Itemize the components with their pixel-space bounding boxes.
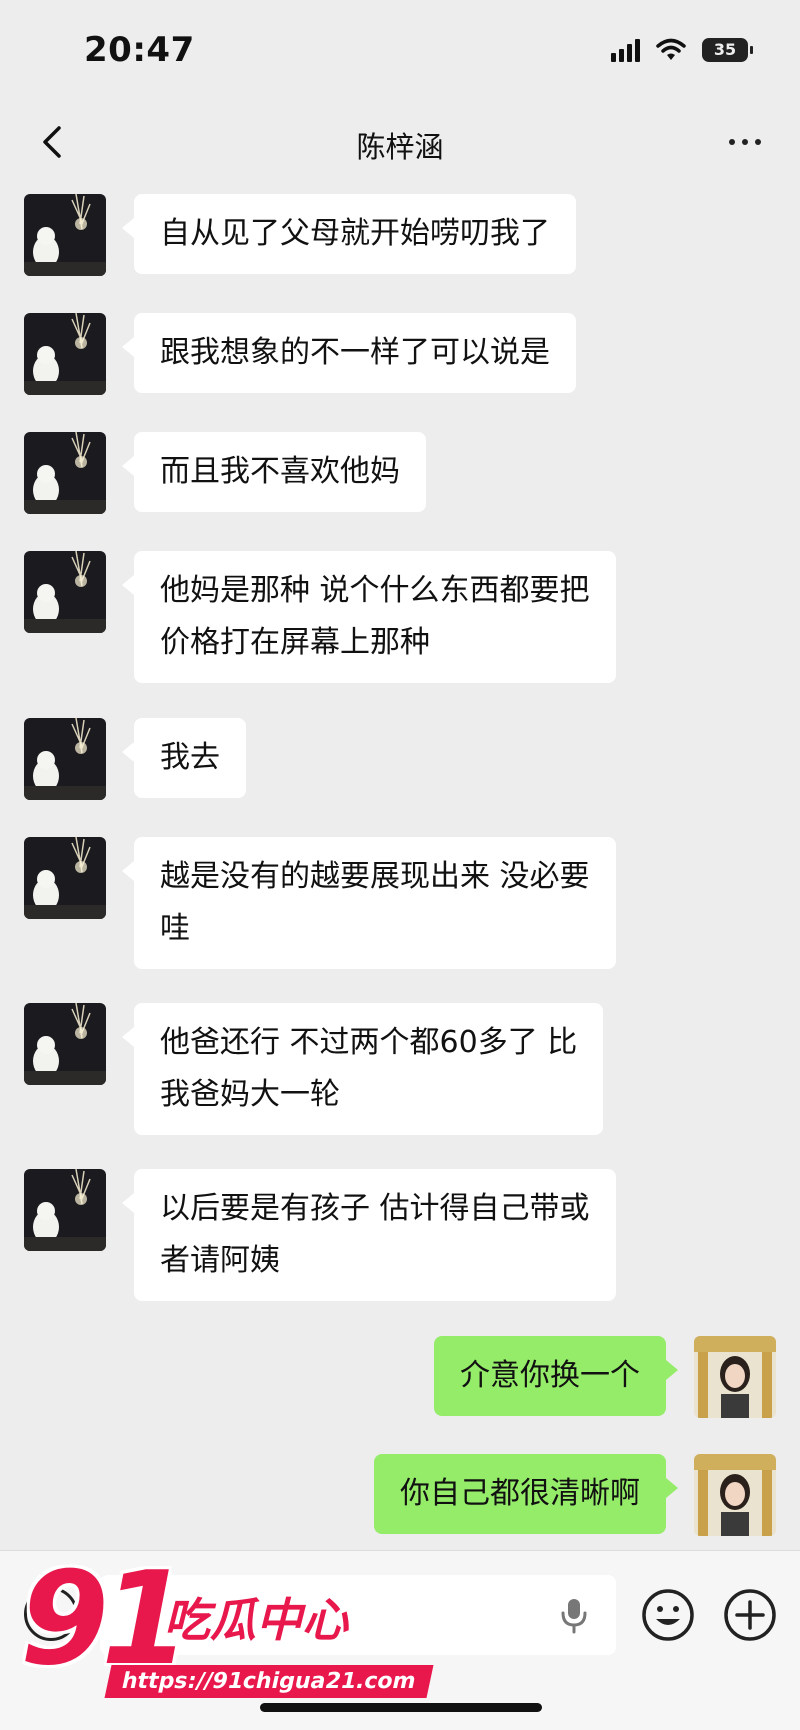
status-bar: 20:47 35 [0,0,800,100]
status-icons: 35 [611,38,753,62]
voice-icon [39,1604,52,1624]
emoji-icon[interactable] [640,1587,696,1643]
nav-bar: 陈梓涵 [0,100,800,188]
message-text: 以后要是有孩子 估计得自己带或 [160,1191,590,1226]
message-bubble[interactable]: 越是没有的越要展现出来 没必要 哇 [122,837,616,969]
self-avatar[interactable] [694,1454,776,1536]
contact-avatar[interactable] [24,718,106,800]
wifi-icon [656,38,686,60]
message-text: 自从见了父母就开始唠叨我了 [160,216,550,251]
message-bubble[interactable]: 跟我想象的不一样了可以说是 [122,313,576,393]
message-text: 他妈是那种 说个什么东西都要把 [160,573,590,608]
contact-avatar[interactable] [24,837,106,919]
voice-button[interactable] [24,1587,78,1641]
message-bubble[interactable]: 以后要是有孩子 估计得自己带或 者请阿姨 [122,1169,616,1301]
message-input[interactable] [100,1575,616,1655]
message-bubble[interactable]: 你自己都很清晰啊 [374,1454,678,1534]
message-text: 价格打在屏幕上那种 [160,625,430,660]
message-text: 我爸妈大一轮 [160,1077,340,1112]
mic-icon[interactable] [554,1595,594,1635]
message-bubble[interactable]: 我去 [122,718,246,798]
message-text: 他爸还行 不过两个都60多了 比 [160,1025,578,1060]
message-bubble[interactable]: 而且我不喜欢他妈 [122,432,426,512]
message-text: 而且我不喜欢他妈 [160,454,400,489]
message-bubble[interactable]: 他爸还行 不过两个都60多了 比 我爸妈大一轮 [121,1003,604,1135]
message-text: 越是没有的越要展现出来 没必要 [160,859,590,894]
contact-avatar[interactable] [24,1169,106,1251]
message-text: 者请阿姨 [160,1243,280,1278]
message-bubble[interactable]: 自从见了父母就开始唠叨我了 [122,194,576,274]
battery-icon: 35 [702,38,753,62]
contact-avatar[interactable] [24,551,106,633]
contact-avatar[interactable] [24,432,106,514]
message-bubble[interactable]: 他妈是那种 说个什么东西都要把 价格打在屏幕上那种 [122,551,616,683]
more-button[interactable] [720,120,770,164]
chat-title: 陈梓涵 [356,130,444,164]
contact-avatar[interactable] [24,313,106,395]
status-time: 20:47 [84,30,195,70]
message-text: 哇 [160,911,190,946]
message-text: 介意你换一个 [460,1358,640,1393]
signal-icon [611,38,640,62]
contact-avatar[interactable] [24,194,106,276]
chat-area[interactable]: 自从见了父母就开始唠叨我了 跟我想象的不一样了可以说是 而且我不喜欢他妈 他妈是… [0,188,800,1550]
plus-icon[interactable] [722,1587,778,1643]
contact-avatar[interactable] [24,1003,106,1085]
self-avatar[interactable] [694,1336,776,1418]
message-text: 跟我想象的不一样了可以说是 [160,335,550,370]
message-text: 我去 [160,740,220,775]
home-indicator [260,1703,542,1712]
more-icon [729,139,735,145]
message-bubble[interactable]: 介意你换一个 [434,1336,678,1416]
message-text: 你自己都很清晰啊 [400,1476,640,1511]
